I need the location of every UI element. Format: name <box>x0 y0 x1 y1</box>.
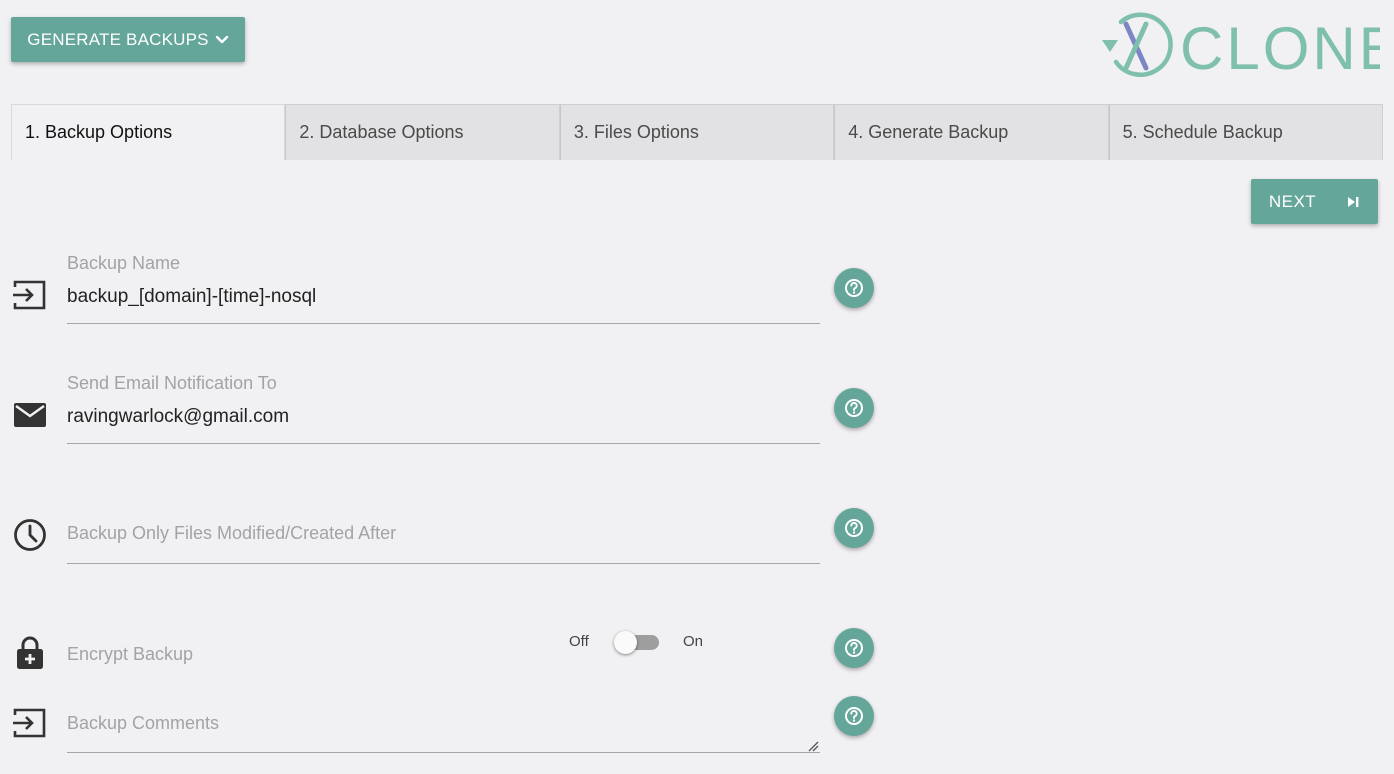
email-label: Send Email Notification To <box>67 373 277 393</box>
skip-next-icon <box>1348 196 1359 207</box>
encrypt-help-button[interactable] <box>834 628 874 668</box>
backup-comments-help-button[interactable] <box>834 696 874 736</box>
tab-label: 3. Files Options <box>573 122 699 142</box>
backup-comments-textarea[interactable]: Backup Comments <box>67 713 219 734</box>
encrypt-off-label: Off <box>569 633 589 650</box>
next-label: NEXT <box>1268 191 1317 211</box>
tab-label: 1. Backup Options <box>25 122 173 142</box>
logo-text: CLONER <box>1180 15 1380 82</box>
help-icon <box>845 639 863 657</box>
email-underline <box>67 443 820 444</box>
modified-after-underline <box>67 563 820 564</box>
toggle-knob <box>614 631 637 654</box>
tab-database-options[interactable]: 2. Database Options <box>285 104 560 160</box>
chevron-down-icon <box>215 35 228 43</box>
encrypt-toggle[interactable] <box>614 631 660 654</box>
tab-generate-backup[interactable]: 4. Generate Backup <box>834 104 1109 160</box>
resize-handle-icon[interactable] <box>808 741 819 752</box>
lock-plus-icon <box>17 636 43 669</box>
generate-backups-button[interactable]: GENERATE BACKUPS <box>11 17 245 62</box>
email-help-button[interactable] <box>834 388 874 428</box>
input-icon <box>13 280 46 310</box>
tab-files-options[interactable]: 3. Files Options <box>559 104 835 160</box>
help-icon <box>845 707 863 725</box>
backup-comments-underline <box>67 752 820 753</box>
next-button[interactable]: NEXT <box>1251 179 1378 224</box>
help-icon <box>845 519 863 537</box>
backup-name-help-button[interactable] <box>834 268 874 308</box>
input-icon <box>13 708 46 738</box>
encrypt-on-label: On <box>683 633 704 650</box>
backup-name-label: Backup Name <box>67 253 181 273</box>
encrypt-backup-label: Encrypt Backup <box>67 644 194 664</box>
clock-icon <box>14 519 46 551</box>
backup-name-input[interactable]: backup_[domain]-[time]-nosql <box>67 286 316 308</box>
logo-mark-icon <box>1102 12 1173 77</box>
help-icon <box>845 279 863 297</box>
tab-schedule-backup[interactable]: 5. Schedule Backup <box>1108 104 1384 160</box>
email-input[interactable]: ravingwarlock@gmail.com <box>67 406 289 428</box>
mail-icon <box>14 403 46 427</box>
help-icon <box>845 399 863 417</box>
modified-after-input[interactable]: Backup Only Files Modified/Created After <box>67 523 396 544</box>
tab-label: 5. Schedule Backup <box>1122 122 1283 142</box>
wizard-tabs: 1. Backup Options 2. Database Options 3.… <box>11 104 1384 160</box>
tab-label: 2. Database Options <box>299 122 464 142</box>
modified-after-help-button[interactable] <box>834 508 874 548</box>
xcloner-logo: CLONER <box>1096 6 1394 82</box>
backup-name-underline <box>67 323 820 324</box>
tab-label: 4. Generate Backup <box>848 122 1009 142</box>
tab-backup-options[interactable]: 1. Backup Options <box>11 104 286 160</box>
generate-backups-label: GENERATE BACKUPS <box>27 29 209 49</box>
